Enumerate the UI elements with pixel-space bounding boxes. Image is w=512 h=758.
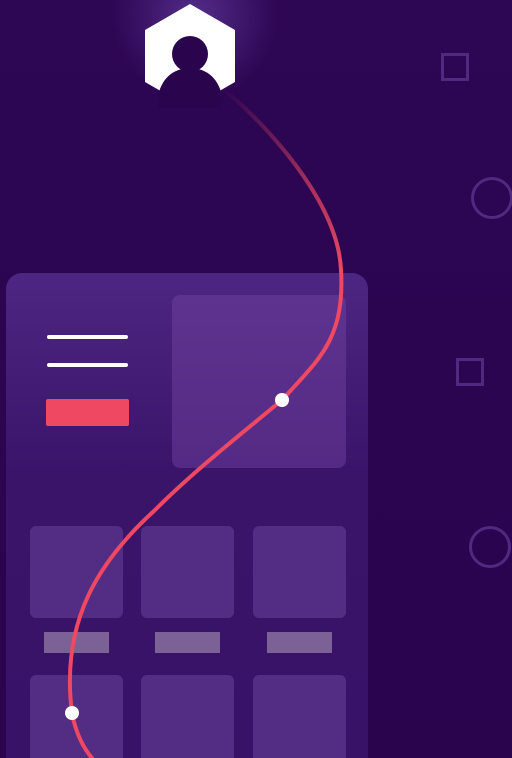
journey-path: [67, 268, 344, 758]
path-node-dot: [275, 393, 289, 407]
path-node-dot: [65, 706, 79, 720]
user-hexagon-icon: [145, 4, 235, 108]
journey-path-layer: [65, 4, 344, 758]
journey-path-fade: [220, 86, 343, 272]
illustration-canvas: [0, 0, 512, 758]
